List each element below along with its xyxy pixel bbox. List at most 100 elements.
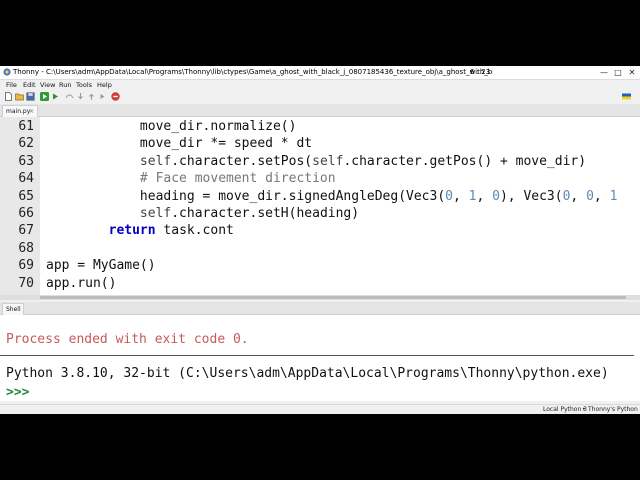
code-token: self bbox=[312, 153, 344, 169]
line-number: 66 bbox=[18, 206, 34, 221]
code-token: self bbox=[139, 206, 172, 221]
stop-icon[interactable] bbox=[111, 92, 120, 101]
code-token: # Face movement direction bbox=[139, 171, 336, 187]
code-token: move_dir.normalize() bbox=[139, 119, 297, 134]
thonny-app-icon bbox=[3, 68, 11, 76]
code-token: return bbox=[108, 223, 156, 239]
support-ukraine-flag-icon[interactable] bbox=[622, 92, 631, 101]
new-file-icon[interactable] bbox=[4, 92, 13, 101]
menu-edit[interactable]: Edit bbox=[23, 80, 36, 90]
shell-prompt[interactable]: >>> bbox=[6, 384, 29, 401]
menu-file[interactable]: File bbox=[6, 80, 17, 90]
code-token: , bbox=[570, 188, 587, 204]
code-line[interactable]: 70 app.run() bbox=[0, 275, 640, 292]
code-token: , bbox=[593, 188, 610, 204]
code-token: , bbox=[476, 188, 493, 204]
status-bar: Local Python 3 • Thonny's Python bbox=[0, 404, 640, 414]
line-number: 61 bbox=[18, 119, 34, 134]
code-line[interactable]: 64 # Face movement direction bbox=[0, 170, 640, 187]
code-text: heading = move_dir.signedAngleDeg(Vec3(0… bbox=[46, 188, 617, 205]
backend-status[interactable]: Thonny's Python bbox=[588, 405, 638, 414]
window-file-path: C:\Users\adm\AppData\Local\Programs\Thon… bbox=[46, 68, 493, 76]
editor-horizontal-scrollbar[interactable] bbox=[0, 295, 640, 300]
code-token: .character.getPos() + move_dir) bbox=[343, 153, 587, 169]
save-file-icon[interactable] bbox=[26, 92, 35, 101]
line-number: 67 bbox=[18, 223, 34, 239]
debug-icon[interactable] bbox=[51, 92, 60, 101]
code-line[interactable]: 67 return task.cont bbox=[0, 222, 640, 239]
code-text: return task.cont bbox=[46, 222, 234, 239]
code-token: 0 bbox=[492, 188, 500, 204]
step-over-icon[interactable] bbox=[65, 92, 74, 101]
line-number: 70 bbox=[18, 275, 34, 291]
status-separator: • bbox=[582, 406, 586, 413]
code-line[interactable]: 63 self.character.setPos(self.character.… bbox=[0, 153, 640, 170]
tab-close-icon[interactable]: × bbox=[29, 106, 34, 117]
shell-tab-bar: Shell bbox=[0, 302, 640, 315]
tab-label: main.py bbox=[6, 108, 31, 115]
tab-main-py[interactable]: main.py × bbox=[2, 105, 38, 117]
line-number: 68 bbox=[18, 240, 34, 256]
window-app-name: Thonny bbox=[13, 68, 40, 76]
code-token: heading = move_dir.signedAngleDeg(Vec3( bbox=[139, 188, 446, 204]
run-icon[interactable] bbox=[40, 92, 49, 101]
line-number: 69 bbox=[18, 258, 34, 274]
menu-run[interactable]: Run bbox=[59, 80, 71, 90]
shell-tab-label: Shell bbox=[6, 306, 21, 313]
step-out-icon[interactable] bbox=[87, 92, 96, 101]
toolbar bbox=[0, 90, 640, 103]
step-into-icon[interactable] bbox=[76, 92, 85, 101]
resume-icon[interactable] bbox=[98, 92, 107, 101]
code-text: # Face movement direction bbox=[46, 170, 336, 187]
code-token: .character.setH(heading) bbox=[171, 206, 360, 221]
code-text: app = MyGame() bbox=[46, 257, 156, 274]
scrollbar-thumb[interactable] bbox=[40, 296, 626, 299]
menu-view[interactable]: View bbox=[40, 80, 55, 90]
menu-bar: File Edit View Run Tools Help bbox=[0, 80, 640, 90]
code-line[interactable]: 69 app = MyGame() bbox=[0, 257, 640, 274]
line-number: 63 bbox=[18, 153, 34, 169]
code-token: task.cont bbox=[155, 223, 234, 239]
shell-panel[interactable]: Process ended with exit code 0. Python 3… bbox=[0, 315, 640, 401]
window-title-separator: - bbox=[41, 68, 44, 76]
interpreter-status[interactable]: Local Python 3 bbox=[543, 405, 587, 414]
code-text: self.character.setH(heading) bbox=[46, 205, 359, 222]
open-file-icon[interactable] bbox=[15, 92, 24, 101]
close-window-button[interactable]: ✕ bbox=[626, 66, 638, 79]
code-token: app.run() bbox=[46, 275, 117, 291]
tab-shell[interactable]: Shell bbox=[2, 303, 24, 315]
process-ended-message: Process ended with exit code 0. bbox=[6, 332, 249, 347]
code-editor[interactable]: 61 move_dir.normalize() 62 move_dir *= sp… bbox=[0, 117, 640, 295]
code-token: .character.setPos( bbox=[171, 153, 313, 169]
code-token: , bbox=[453, 188, 469, 204]
menu-tools[interactable]: Tools bbox=[76, 80, 92, 90]
editor-tab-bar: main.py × bbox=[0, 104, 640, 117]
code-line[interactable]: 61 move_dir.normalize() bbox=[0, 118, 640, 135]
cursor-position: 6 : 23 bbox=[470, 68, 491, 76]
code-text: self.character.setPos(self.character.get… bbox=[46, 153, 586, 170]
maximize-button[interactable]: □ bbox=[612, 66, 624, 79]
window-title: Thonny - C:\Users\adm\AppData\Local\Prog… bbox=[13, 67, 493, 78]
line-number: 64 bbox=[18, 171, 34, 187]
code-text: app.run() bbox=[46, 275, 116, 292]
code-line[interactable]: 65 heading = move_dir.signedAngleDeg(Vec… bbox=[0, 188, 640, 205]
code-token: 1 bbox=[609, 188, 618, 204]
code-line[interactable]: 66 self.character.setH(heading) bbox=[0, 205, 640, 222]
menu-help[interactable]: Help bbox=[97, 80, 112, 90]
code-line[interactable]: 62 move_dir *= speed * dt bbox=[0, 135, 640, 152]
code-token: 0 bbox=[445, 188, 453, 204]
thonny-window: Thonny - C:\Users\adm\AppData\Local\Prog… bbox=[0, 66, 640, 414]
line-number: 62 bbox=[18, 136, 34, 152]
code-line[interactable]: 68 bbox=[0, 240, 640, 257]
code-text: move_dir *= speed * dt bbox=[46, 135, 312, 152]
shell-divider bbox=[0, 355, 634, 356]
minimize-button[interactable]: — bbox=[598, 66, 610, 79]
title-bar: Thonny - C:\Users\adm\AppData\Local\Prog… bbox=[0, 66, 640, 80]
